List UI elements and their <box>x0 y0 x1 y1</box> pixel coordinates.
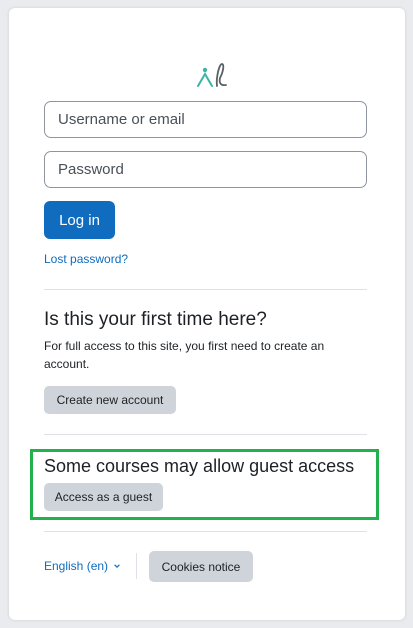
language-selector[interactable]: English (en) <box>44 559 121 573</box>
username-input[interactable] <box>44 101 367 138</box>
guest-heading: Some courses may allow guest access <box>44 456 355 476</box>
login-card: Log in Lost password? Is this your first… <box>9 8 405 620</box>
divider <box>44 434 367 435</box>
site-logo <box>197 63 227 87</box>
cookies-notice-button[interactable]: Cookies notice <box>149 551 253 582</box>
lost-password-link[interactable]: Lost password? <box>44 252 128 266</box>
divider <box>44 531 367 532</box>
signup-description: For full access to this site, you first … <box>44 339 325 371</box>
guest-access-button[interactable]: Access as a guest <box>44 483 163 511</box>
password-input[interactable] <box>44 151 367 188</box>
language-label: English (en) <box>44 559 109 573</box>
chevron-down-icon <box>114 564 120 569</box>
create-account-button[interactable]: Create new account <box>44 386 176 414</box>
login-button[interactable]: Log in <box>44 201 115 239</box>
divider <box>44 289 367 290</box>
signup-heading: Is this your first time here? <box>44 309 267 330</box>
footer-separator <box>136 553 137 579</box>
